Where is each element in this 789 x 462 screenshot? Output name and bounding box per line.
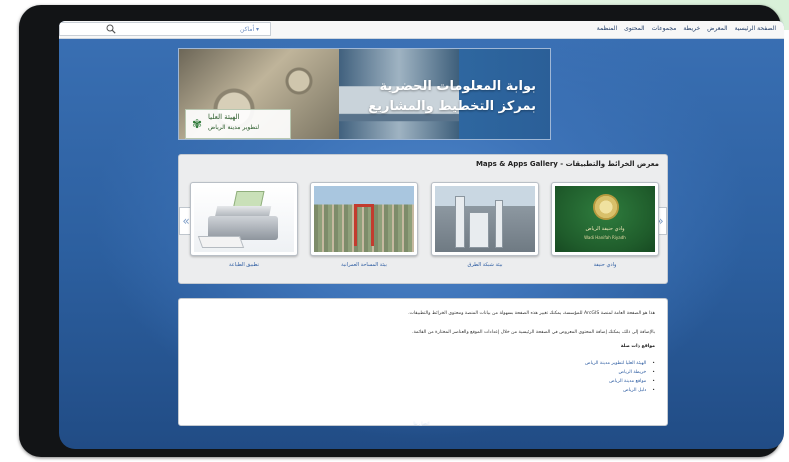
- related-link[interactable]: مواقع مدينة الرياض: [585, 377, 655, 386]
- organization-logo: ✾ الهيئة العليا لتطوير مدينة الرياض: [185, 109, 291, 139]
- gallery-card-label[interactable]: وادي حنيفة: [551, 262, 659, 268]
- related-links-title: مواقع ذات صلة: [620, 344, 655, 349]
- search-icon[interactable]: [106, 24, 116, 34]
- nav-content[interactable]: المحتوى: [624, 25, 644, 32]
- top-navigation-bar: ﺃﻣﺎﻛﻦ ▾ الصفحة الرئيسية المعرض خريطة مجم…: [59, 21, 784, 39]
- info-paragraph-2: بالإضافة إلى ذلك، يمكنك إضافة المحتوى ال…: [412, 330, 655, 335]
- logo-text-line1: الهيئة العليا: [208, 113, 240, 121]
- chevron-double-left-icon: «: [182, 214, 190, 228]
- printer-thumbnail: [194, 186, 294, 252]
- screen: ﺃﻣﺎﻛﻦ ▾ الصفحة الرئيسية المعرض خريطة مجم…: [59, 21, 784, 449]
- wadi-emblem-text: وادي حنيفة الرياض: [585, 226, 625, 232]
- nav-organization[interactable]: المنظمة: [597, 25, 617, 32]
- header-banner: ✾ الهيئة العليا لتطوير مدينة الرياض بواب…: [178, 48, 551, 140]
- gallery-card-road-network[interactable]: [431, 182, 539, 256]
- wadi-hanifah-thumbnail: وادي حنيفة الرياض Wadi Hanifah Riyadh: [555, 186, 655, 252]
- nav-map[interactable]: خريطة: [683, 25, 700, 32]
- palm-emblem-icon: ✾: [191, 117, 203, 131]
- main-nav: الصفحة الرئيسية المعرض خريطة مجموعات الم…: [597, 25, 776, 32]
- nav-groups[interactable]: مجموعات: [652, 25, 677, 32]
- info-panel: هذا هو الصفحة العامة لمنصة ArcGIS للمؤسس…: [178, 298, 668, 426]
- gallery-card-label[interactable]: بيئة شبكة الطرق: [431, 262, 539, 268]
- gallery-card-urban-space[interactable]: [310, 182, 418, 256]
- search-input[interactable]: ﺃﻣﺎﻛﻦ ▾: [59, 22, 271, 36]
- gallery-card-print-app[interactable]: [190, 182, 298, 256]
- gallery-title: معرض الخرائط والتطبيقات - Maps & Apps Ga…: [475, 160, 659, 168]
- footer-contact-link[interactable]: اتصل بنا: [59, 422, 784, 427]
- metro-train-photo: [339, 49, 459, 139]
- nav-gallery[interactable]: المعرض: [707, 25, 727, 32]
- related-links-list: الهيئة العليا لتطوير مدينة الرياض خريطة …: [585, 359, 655, 395]
- wadi-emblem-icon: [593, 194, 619, 220]
- nav-home[interactable]: الصفحة الرئيسية: [735, 25, 776, 32]
- related-link[interactable]: دليل الرياض: [585, 386, 655, 395]
- gallery-card-wadi-hanifah[interactable]: وادي حنيفة الرياض Wadi Hanifah Riyadh: [551, 182, 659, 256]
- gallery-card-label[interactable]: تطبيق الطباعة: [190, 262, 298, 268]
- search-scope-dropdown[interactable]: ﺃﻣﺎﻛﻦ ▾: [240, 26, 259, 33]
- wadi-emblem-subtext: Wadi Hanifah Riyadh: [584, 235, 626, 240]
- related-link[interactable]: الهيئة العليا لتطوير مدينة الرياض: [585, 359, 655, 368]
- laptop-frame: ﺃﻣﺎﻛﻦ ▾ الصفحة الرئيسية المعرض خريطة مجم…: [19, 5, 784, 457]
- logo-text-line2: لتطوير مدينة الرياض: [208, 124, 260, 131]
- info-paragraph-1: هذا هو الصفحة العامة لمنصة ArcGIS للمؤسس…: [408, 311, 655, 316]
- riyadh-plaza-thumbnail: [314, 186, 414, 252]
- banner-title-line1: بوابة المعلومات الحضرية: [379, 79, 536, 94]
- maps-apps-gallery: معرض الخرائط والتطبيقات - Maps & Apps Ga…: [178, 154, 668, 284]
- banner-title-line2: بمركز التخطيط والمشاريع: [368, 99, 536, 114]
- related-link[interactable]: خريطة الرياض: [585, 368, 655, 377]
- gallery-card-label[interactable]: بيئة المساحة العمرانية: [310, 262, 418, 268]
- city-skyline-thumbnail: [435, 186, 535, 252]
